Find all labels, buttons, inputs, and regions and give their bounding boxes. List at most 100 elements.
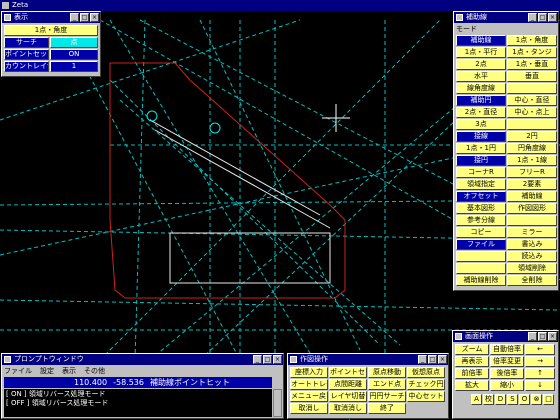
aux-menu-item[interactable]: 接線 [456, 131, 506, 142]
menu-other[interactable]: その他 [84, 366, 105, 376]
ops-button[interactable]: 取消消し [329, 403, 367, 414]
aux-menu-item[interactable]: 円角度線 [507, 143, 557, 154]
menu-settings[interactable]: 設定 [40, 366, 54, 376]
aux-menu-item[interactable]: 参考分線 [456, 215, 506, 226]
aux-menu-item[interactable]: 領域削除 [507, 263, 557, 274]
maximize-icon[interactable]: □ [428, 355, 437, 364]
view-button[interactable]: 倍率変更 [490, 356, 524, 367]
ops-button[interactable]: 取消し [290, 403, 328, 414]
aux-menu-item[interactable]: コピー [456, 227, 506, 238]
ops-button[interactable]: ポイントセット [329, 367, 367, 378]
aux-menu-item[interactable]: 1点・垂直 [507, 59, 557, 70]
view-button[interactable]: 再表示 [455, 356, 489, 367]
tool-icon[interactable]: 校 [483, 394, 494, 405]
aux-menu-item[interactable]: フリーR [507, 167, 557, 178]
aux-menu-item[interactable]: 1点・角度 [507, 35, 557, 46]
aux-titlebar[interactable]: 補助線 _ □ × [454, 12, 558, 23]
minimize-icon[interactable]: _ [253, 355, 262, 364]
prompt-scrollbar[interactable] [273, 389, 282, 417]
aux-menu-item[interactable]: 1点・1円 [456, 143, 506, 154]
menu-view[interactable]: 表示 [62, 366, 76, 376]
minimize-icon[interactable]: _ [528, 332, 537, 341]
ops-button[interactable]: チェック円 [407, 379, 445, 390]
aux-menu-item[interactable]: 1点・タンジ [507, 47, 557, 58]
close-icon[interactable]: × [548, 332, 557, 341]
minimize-icon[interactable]: _ [70, 13, 79, 22]
aux-menu-item[interactable]: 水平 [456, 71, 506, 82]
view-titlebar[interactable]: 画面操作 _ □ × [453, 331, 558, 342]
view-button[interactable]: 縮小 [490, 380, 524, 391]
ops-button[interactable]: 座標入力 [290, 367, 328, 378]
minimize-icon[interactable]: _ [528, 13, 537, 22]
pan-arrow-button[interactable]: ↑ [525, 368, 555, 379]
menu-file[interactable]: ファイル [4, 366, 32, 376]
aux-menu-item[interactable]: 垂直 [507, 71, 557, 82]
aux-menu-item[interactable]: 基本図形 [456, 203, 506, 214]
ops-button[interactable]: 終了 [368, 403, 406, 414]
maximize-icon[interactable]: □ [538, 13, 547, 22]
view-button[interactable]: ズーム [455, 344, 489, 355]
view-button[interactable]: 拡大 [455, 380, 489, 391]
aux-menu-item[interactable]: オフセット [456, 191, 506, 202]
aux-menu-item[interactable]: 接円 [456, 155, 506, 166]
close-icon[interactable]: × [438, 355, 447, 364]
ops-button[interactable]: レイヤ切替 [329, 391, 367, 402]
ops-button[interactable]: オートトレース [290, 379, 328, 390]
aux-menu-item[interactable]: 補助円 [456, 95, 506, 106]
aux-menu-item[interactable]: 中心・点上 [507, 107, 557, 118]
count-layer-value[interactable]: 1 [50, 61, 98, 72]
tool-icon[interactable]: O [519, 394, 530, 405]
tool-icon[interactable]: D [495, 394, 506, 405]
aux-menu-item[interactable]: 中心・直径 [507, 95, 557, 106]
aux-menu-item[interactable]: 読込み [507, 251, 557, 262]
point-set-toggle[interactable]: ON [50, 49, 98, 60]
pan-arrow-button[interactable]: ↓ [525, 380, 555, 391]
ops-button[interactable]: 中心セット [407, 391, 445, 402]
mode-button[interactable]: 1点・角度 [4, 25, 98, 36]
aux-menu-item[interactable]: 1点・平行 [456, 47, 506, 58]
aux-menu-item[interactable]: 1点・1線 [507, 155, 557, 166]
pan-arrow-button[interactable]: ← [525, 344, 555, 355]
aux-menu-item[interactable]: 全削除 [507, 275, 557, 286]
aux-menu-item[interactable]: 補助線 [456, 35, 506, 46]
close-icon[interactable]: × [548, 13, 557, 22]
aux-menu-item[interactable]: 領域指定 [456, 179, 506, 190]
aux-menu-item[interactable]: 2点・直径 [456, 107, 506, 118]
close-icon[interactable]: × [273, 355, 282, 364]
aux-menu-item[interactable]: 補助線削除 [456, 275, 506, 286]
aux-menu-item[interactable]: 3点 [456, 119, 506, 130]
maximize-icon[interactable]: □ [263, 355, 272, 364]
prompt-titlebar[interactable]: プロンプトウィンドウ _ □ × [2, 354, 283, 365]
aux-menu-item[interactable]: ファイル [456, 239, 506, 250]
aux-menu-item[interactable]: コーナR [456, 167, 506, 178]
ops-button[interactable]: 原点移動 [368, 367, 406, 378]
aux-menu-item[interactable]: 作図図形 [507, 203, 557, 214]
ops-button[interactable]: 点間距離 [329, 379, 367, 390]
maximize-icon[interactable]: □ [538, 332, 547, 341]
close-icon[interactable]: × [90, 13, 99, 22]
view-button[interactable]: 前倍率 [455, 368, 489, 379]
aux-menu-item[interactable]: 補助線 [507, 191, 557, 202]
ops-button[interactable]: 円円サーチ [368, 391, 406, 402]
view-button[interactable]: 後倍率 [490, 368, 524, 379]
pan-arrow-button[interactable]: → [525, 356, 555, 367]
aux-menu-item[interactable]: 2要素 [507, 179, 557, 190]
settings-titlebar[interactable]: 表示 _ □ × [2, 12, 100, 23]
aux-menu-item[interactable]: ミラー [507, 227, 557, 238]
aux-menu-item[interactable]: 2円 [507, 131, 557, 142]
tool-icon[interactable]: ⊗ [531, 394, 542, 405]
tool-icon[interactable]: S [507, 394, 518, 405]
tool-icon[interactable]: □ [543, 394, 554, 405]
maximize-icon[interactable]: □ [80, 13, 89, 22]
search-value-button[interactable]: 点 [50, 37, 98, 48]
minimize-icon[interactable]: _ [418, 355, 427, 364]
ops-button[interactable]: エンド点 [368, 379, 406, 390]
ops-button[interactable]: 仮想原点 [407, 367, 445, 378]
ops-button[interactable]: メニュー戻る [290, 391, 328, 402]
aux-menu-item[interactable]: 線角度線 [456, 83, 506, 94]
aux-menu-item[interactable]: 2点 [456, 59, 506, 70]
tool-icon[interactable]: A [471, 394, 482, 405]
aux-menu-item[interactable]: 書込み [507, 239, 557, 250]
ops-titlebar[interactable]: 作図操作 _ □ × [288, 354, 448, 365]
view-button[interactable]: 自動倍率 [490, 344, 524, 355]
